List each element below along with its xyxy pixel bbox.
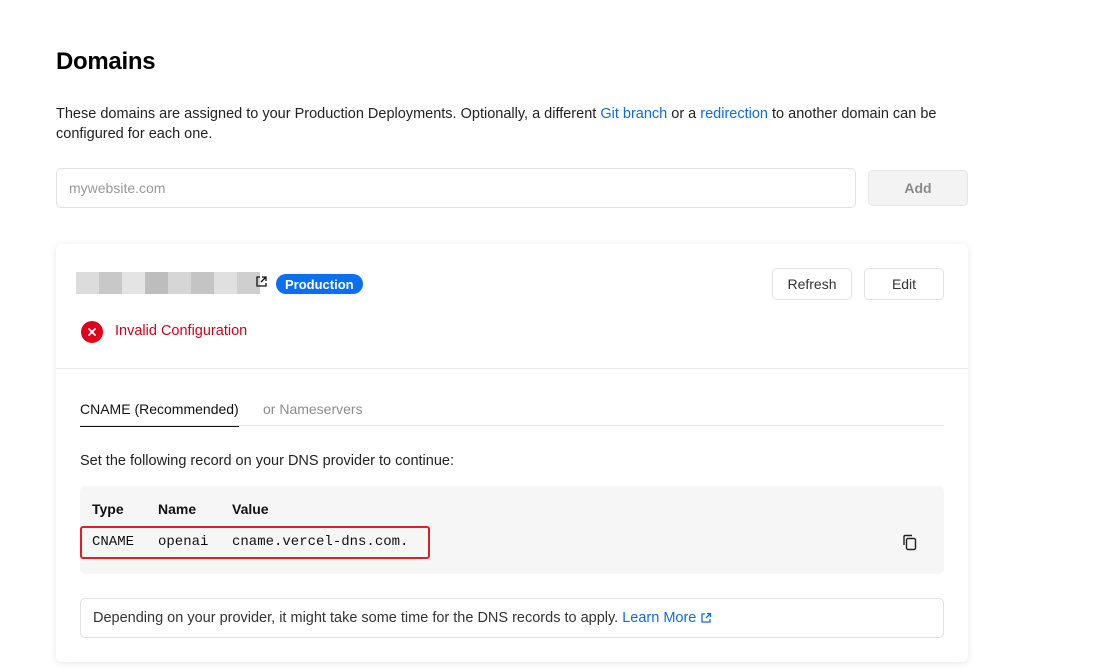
intro-text: These domains are assigned to your Produ… (56, 106, 937, 142)
header-name: Name (158, 501, 197, 517)
learn-more-link[interactable]: Learn More (622, 610, 712, 626)
note-text: Depending on your provider, it might tak… (93, 610, 619, 626)
record-type: CNAME (92, 534, 135, 550)
instructions-text: Set the following record on your DNS pro… (80, 453, 454, 469)
record-name: openai (158, 534, 209, 550)
tabs-divider (80, 425, 944, 426)
divider (56, 368, 968, 369)
external-link-icon[interactable] (256, 274, 267, 292)
refresh-button[interactable]: Refresh (772, 268, 852, 300)
page-title: Domains (56, 48, 156, 75)
domain-card: Production Refresh Edit Invalid Configur… (56, 244, 968, 662)
domain-name-blurred[interactable] (76, 272, 260, 294)
error-x-icon (81, 321, 103, 343)
edit-button[interactable]: Edit (864, 268, 944, 300)
tab-nameservers[interactable]: or Nameservers (263, 401, 363, 425)
header-value: Value (232, 501, 269, 517)
domain-input[interactable] (56, 168, 856, 208)
status-text: Invalid Configuration (115, 323, 248, 339)
tab-cname[interactable]: CNAME (Recommended) (80, 401, 239, 427)
record-value: cname.vercel-dns.com. (232, 534, 409, 550)
dns-note: Depending on your provider, it might tak… (80, 598, 944, 638)
dns-record-table: Type Name Value CNAME openai cname.verce… (80, 486, 944, 574)
external-link-icon (701, 612, 712, 623)
production-badge: Production (276, 274, 363, 294)
add-button[interactable]: Add (868, 170, 968, 206)
git-branch-link[interactable]: Git branch (600, 106, 667, 122)
redirection-link[interactable]: redirection (700, 106, 768, 122)
copy-icon[interactable] (902, 534, 918, 556)
header-type: Type (92, 501, 124, 517)
